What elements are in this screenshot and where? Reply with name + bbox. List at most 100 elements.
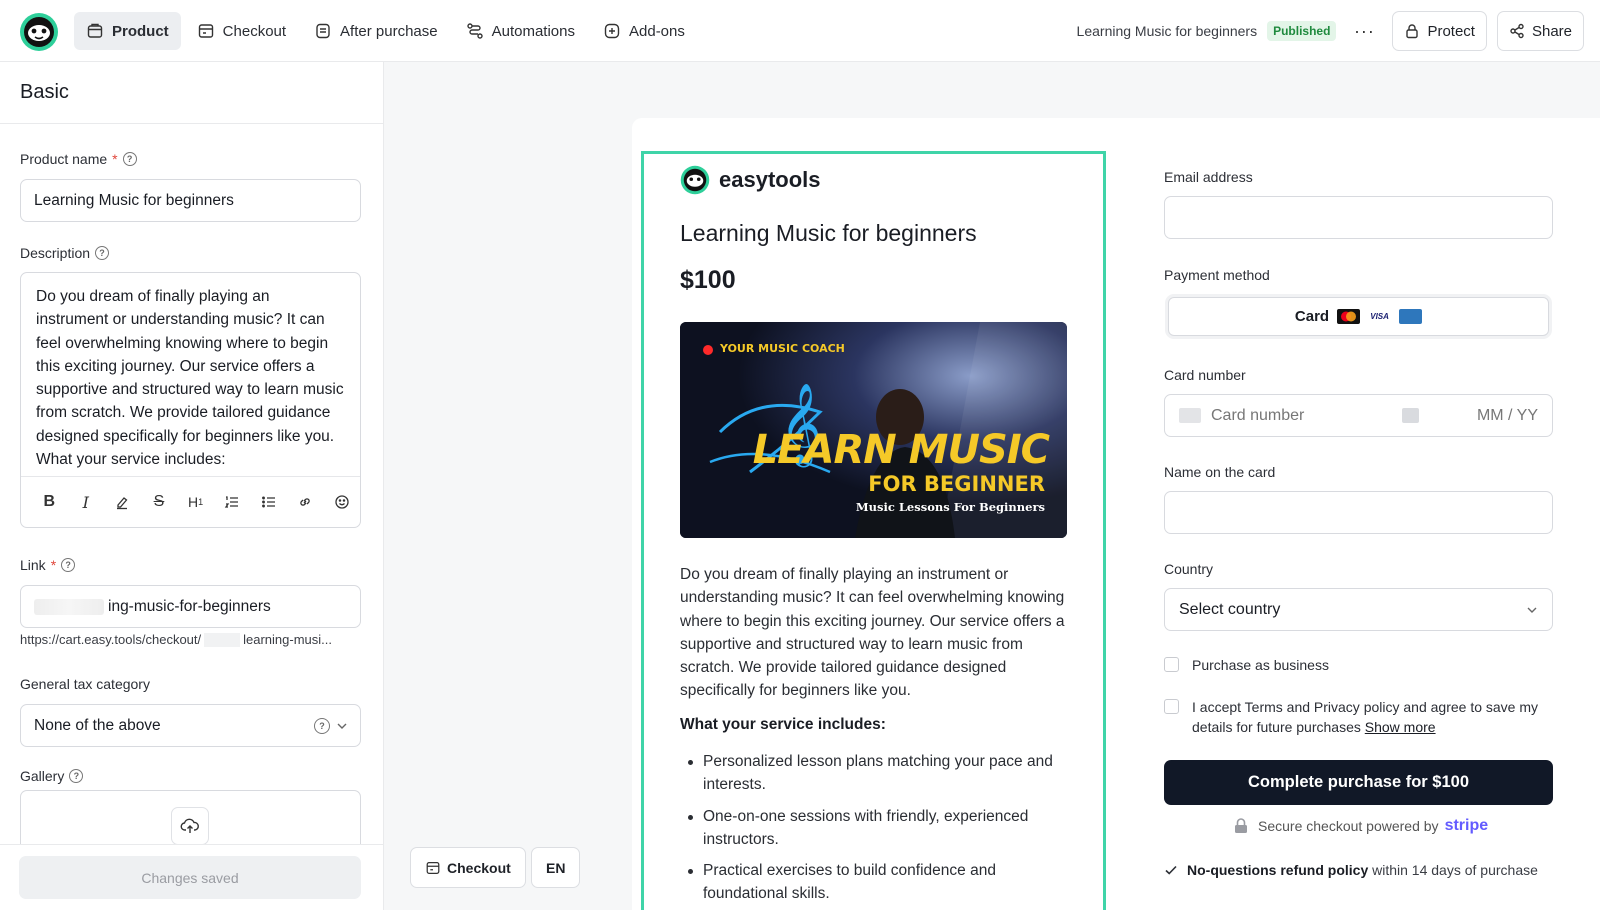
label-text: General tax category	[20, 676, 150, 692]
tab-label: Add-ons	[629, 22, 685, 40]
select-icons: ?	[314, 717, 348, 734]
product-name-label: Product name * ?	[20, 151, 137, 167]
highlight-icon[interactable]	[104, 487, 141, 517]
refund-rest: within 14 days of purchase	[1372, 862, 1538, 878]
help-icon[interactable]: ?	[69, 769, 84, 783]
tab-checkout[interactable]: Checkout	[185, 12, 298, 50]
description-textarea[interactable]: Do you dream of finally playing an instr…	[21, 273, 360, 478]
preview-price: $100	[680, 266, 736, 294]
help-icon[interactable]: ?	[95, 246, 110, 260]
brand-name: easytools	[719, 167, 821, 192]
description-editor[interactable]: Do you dream of finally playing an instr…	[20, 272, 361, 528]
required-mark: *	[112, 151, 118, 167]
checkout-icon	[425, 860, 441, 876]
help-icon[interactable]: ?	[314, 717, 330, 734]
share-label: Share	[1531, 22, 1572, 40]
upload-button[interactable]	[171, 807, 209, 845]
refund-text: No-questions refund policy within 14 day…	[1187, 862, 1538, 878]
description-body: Do you dream of finally playing an instr…	[36, 288, 344, 445]
tab-label: Product	[112, 22, 169, 40]
required-mark: *	[50, 557, 57, 573]
tax-category-select[interactable]: None of the above ?	[20, 704, 361, 747]
stripe-logo: stripe	[1444, 817, 1489, 834]
tab-automations[interactable]: Automations	[454, 12, 587, 50]
label-text: Gallery	[20, 768, 65, 784]
tax-category-label: General tax category	[20, 676, 150, 692]
banner-subheadline: FOR BEGINNER	[868, 472, 1045, 496]
flow-icon	[466, 22, 484, 40]
banner-caption: Music Lessons For Beginners	[855, 500, 1045, 514]
mastercard-icon	[1337, 309, 1361, 324]
preview-product-title: Learning Music for beginners	[680, 220, 977, 246]
chevron-down-icon	[336, 720, 348, 732]
tab-label: After purchase	[340, 22, 438, 40]
protect-button[interactable]: Protect	[1392, 11, 1487, 51]
app-logo-icon[interactable]	[19, 12, 59, 52]
add-icon	[603, 22, 621, 40]
label-text: Link	[20, 557, 46, 573]
current-product-name: Learning Music for beginners	[1076, 23, 1258, 39]
secure-checkout-note: Secure checkout powered by stripe	[1234, 817, 1488, 835]
description-label: Description ?	[20, 245, 110, 261]
lock-icon	[1234, 818, 1248, 834]
button-label: EN	[546, 859, 566, 876]
link-icon[interactable]	[287, 487, 324, 517]
heading-icon[interactable]: H1	[177, 487, 214, 517]
expiry-placeholder[interactable]: MM / YY	[1477, 407, 1538, 425]
editor-footer: Changes saved	[0, 844, 383, 910]
country-label: Country	[1164, 561, 1214, 577]
brand-logo-icon	[680, 165, 710, 195]
email-label: Email address	[1164, 169, 1253, 185]
share-button[interactable]: Share	[1496, 11, 1584, 51]
language-button[interactable]: EN	[531, 847, 581, 888]
includes-list: Personalized lesson plans matching your …	[680, 750, 1080, 910]
complete-purchase-button[interactable]: Complete purchase for $100	[1164, 760, 1553, 805]
business-checkbox[interactable]	[1164, 657, 1179, 672]
business-label: Purchase as business	[1192, 657, 1329, 673]
email-field[interactable]	[1164, 196, 1553, 239]
bullet-list-icon[interactable]	[250, 487, 287, 517]
secure-text: Secure checkout powered by	[1258, 818, 1439, 834]
name-on-card-field[interactable]	[1164, 491, 1553, 534]
redacted-segment	[204, 632, 241, 647]
product-name-input[interactable]: Learning Music for beginners	[20, 179, 361, 222]
list-item: Practical exercises to build confidence …	[680, 859, 1080, 906]
chevron-down-icon	[1526, 604, 1538, 616]
card-number-field[interactable]: Card number MM / YY	[1164, 394, 1553, 437]
help-icon[interactable]: ?	[122, 152, 137, 166]
url-prefix: https://cart.easy.tools/checkout/	[20, 632, 202, 647]
changes-saved-button[interactable]: Changes saved	[19, 856, 361, 899]
checkout-icon	[197, 22, 215, 40]
help-icon[interactable]: ?	[61, 558, 76, 572]
payment-value: Card	[1294, 308, 1330, 325]
ordered-list-icon[interactable]	[214, 487, 251, 517]
payment-method-card[interactable]: Card VISA	[1168, 297, 1549, 336]
terms-checkbox[interactable]	[1164, 699, 1179, 714]
banner-tag: YOUR MUSIC COACH	[720, 342, 845, 355]
top-bar: Product Checkout After purchase Automati…	[0, 0, 1600, 62]
tab-after-purchase[interactable]: After purchase	[302, 12, 450, 50]
box-icon	[86, 22, 104, 40]
section-title: Basic	[0, 62, 383, 124]
italic-icon[interactable]: I	[68, 487, 105, 517]
bold-icon[interactable]: B	[31, 487, 68, 517]
tab-add-ons[interactable]: Add-ons	[591, 12, 697, 50]
checkout-url[interactable]: https://cart.easy.tools/checkout/ learni…	[20, 632, 332, 647]
url-suffix: learning-musi...	[243, 632, 332, 647]
button-label: Checkout	[447, 859, 511, 876]
link-input[interactable]: ing-music-for-beginners	[20, 585, 361, 628]
input-value: ing-music-for-beginners	[108, 597, 271, 615]
tab-label: Checkout	[222, 22, 287, 40]
preview-checkout-button[interactable]: Checkout	[410, 847, 526, 888]
country-select[interactable]: Select country	[1164, 588, 1553, 631]
strikethrough-icon[interactable]: S	[141, 487, 178, 517]
terms-consent[interactable]: I accept Terms and Privacy policy and ag…	[1164, 697, 1554, 737]
check-icon	[1164, 863, 1178, 877]
purchase-as-business[interactable]: Purchase as business	[1164, 655, 1329, 675]
includes-heading: What your service includes:	[680, 716, 886, 733]
more-menu-button[interactable]: ···	[1346, 21, 1382, 42]
show-more-link[interactable]: Show more	[1365, 719, 1436, 735]
tab-product[interactable]: Product	[74, 12, 181, 50]
emoji-icon[interactable]	[324, 487, 361, 517]
gallery-label: Gallery ?	[20, 768, 84, 784]
